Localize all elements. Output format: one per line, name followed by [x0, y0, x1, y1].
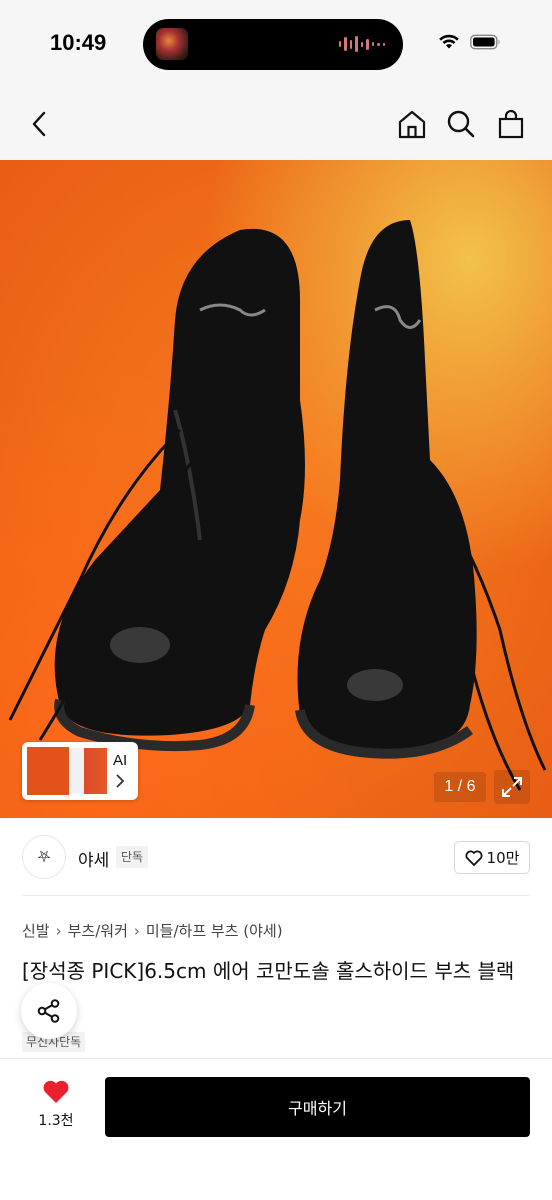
left-boot-shape: [54, 228, 305, 752]
brand-name[interactable]: 야세: [78, 846, 109, 871]
status-time: 10:49: [50, 30, 107, 55]
share-icon: [37, 999, 60, 1023]
buy-button[interactable]: 구매하기: [105, 1077, 530, 1137]
image-page-counter: 1 / 6: [434, 772, 486, 802]
breadcrumb: 신발 › 부츠/워커 › 미들/하프 부츠 (야세): [22, 920, 283, 941]
right-boot-shape: [295, 220, 477, 759]
chevron-right-icon: ›: [55, 921, 62, 940]
breadcrumb-item[interactable]: 신발: [22, 920, 50, 941]
expand-icon: [502, 777, 522, 797]
wishlist-button[interactable]: 1.3천: [28, 1079, 84, 1130]
app-header: [0, 90, 552, 160]
product-image-carousel[interactable]: AI 1 / 6: [0, 160, 552, 818]
cart-button[interactable]: [493, 106, 529, 142]
audio-waveform-icon: [338, 35, 385, 53]
divider: [22, 895, 530, 896]
home-icon: [398, 110, 426, 139]
heart-filled-icon: [43, 1080, 69, 1103]
breadcrumb-item[interactable]: 미들/하프 부츠 (야세): [146, 920, 283, 941]
chevron-right-icon: ›: [133, 921, 140, 940]
heart-outline-icon: [465, 850, 483, 866]
product-title: [장석종 PICK]6.5cm 에어 코만도솔 홀스하이드 부츠 블랙: [22, 959, 515, 983]
now-playing-artwork: [156, 28, 188, 60]
brand-logo[interactable]: ⛧: [22, 835, 66, 879]
ai-thumbnail-card[interactable]: AI: [22, 742, 138, 800]
brand-like-count: 10만: [486, 849, 520, 867]
wishlist-count: 1.3천: [38, 1113, 74, 1129]
home-button[interactable]: [394, 106, 430, 142]
search-icon: [447, 110, 475, 138]
thumbnail-image-1: [25, 745, 71, 797]
breadcrumb-item[interactable]: 부츠/워커: [68, 920, 128, 941]
bottom-purchase-bar: 1.3천 구매하기: [0, 1058, 552, 1200]
status-bar: 10:49: [0, 0, 552, 90]
brand-like-button[interactable]: 10만: [454, 841, 530, 874]
thumbnail-image-2: [69, 748, 107, 794]
status-icons: [438, 34, 502, 50]
search-button[interactable]: [443, 106, 479, 142]
shopping-bag-icon: [498, 109, 524, 139]
chevron-left-icon: [32, 111, 46, 137]
wifi-icon: [439, 34, 459, 49]
dynamic-island[interactable]: [143, 19, 403, 70]
share-button[interactable]: [21, 983, 77, 1039]
back-button[interactable]: [22, 106, 58, 142]
product-photo-boots: [8, 220, 547, 791]
chevron-right-icon: [116, 774, 125, 788]
expand-image-button[interactable]: [494, 770, 530, 804]
brand-exclusive-badge: 단독: [116, 846, 149, 868]
ai-label: AI: [113, 752, 128, 769]
battery-icon: [470, 34, 500, 50]
brand-row: ⛧ 야세 단독 10만: [0, 818, 552, 896]
